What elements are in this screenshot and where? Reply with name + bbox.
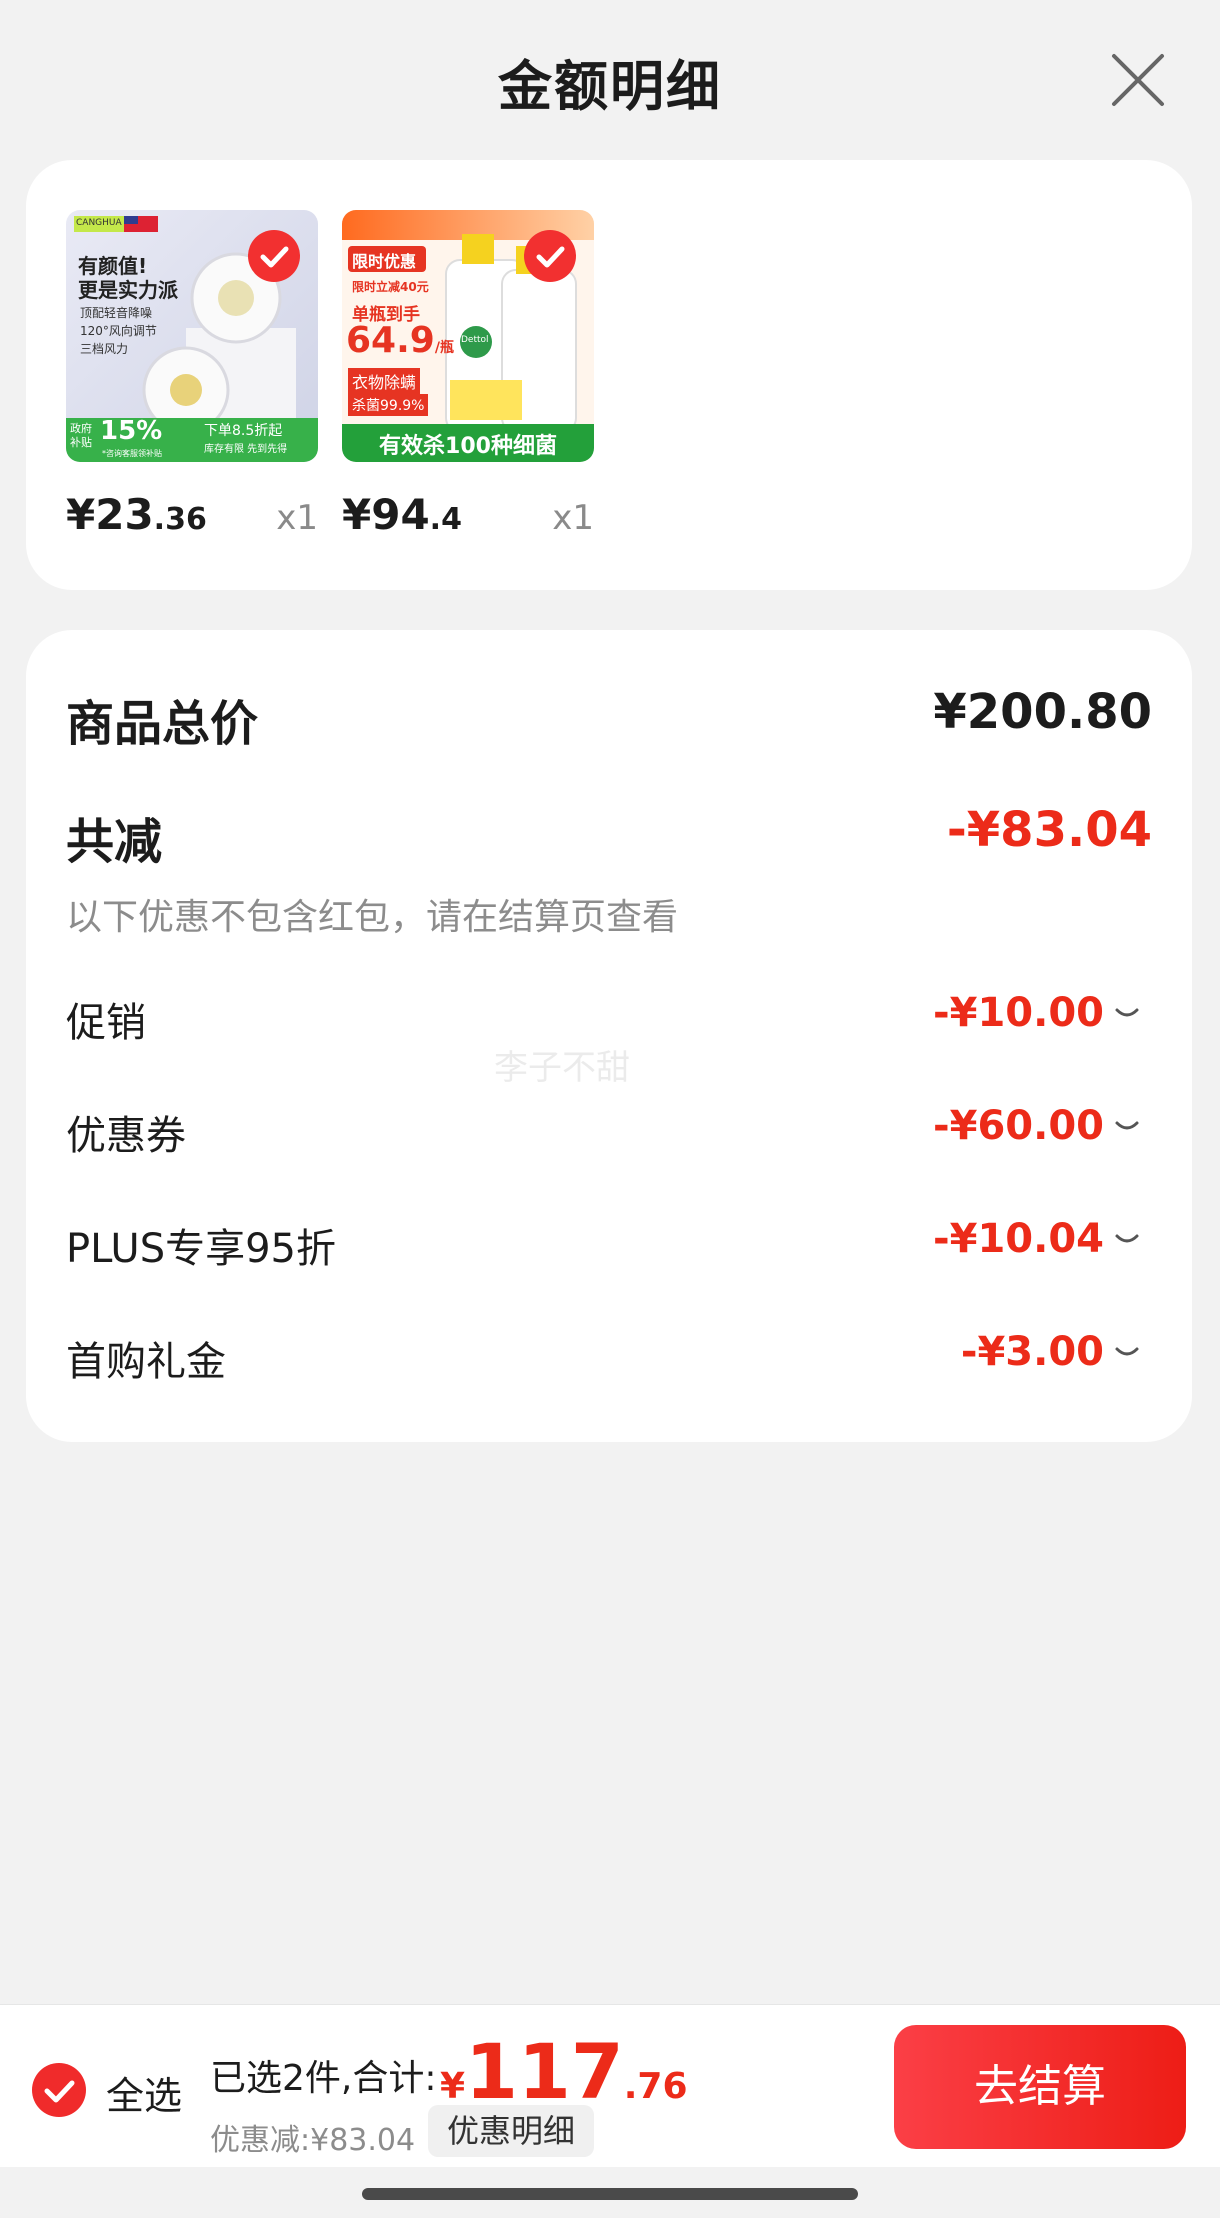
select-all-label[interactable]: 全选: [106, 2065, 182, 2120]
feature-text: 顶配轻音降噪: [80, 306, 153, 320]
promo-text: 衣物除螨: [348, 368, 421, 394]
product-quantity: x1: [552, 498, 594, 538]
price-integer: ¥94: [342, 490, 430, 539]
promo-text: 杀菌99.9%: [348, 394, 429, 416]
products-card: CANGHUA 有颜值! 更是实力派 顶配轻音降噪 120°风向调节 三档风力 …: [26, 160, 1192, 590]
chevron-down-icon[interactable]: [1114, 1117, 1140, 1137]
discount-value: -¥60.00: [933, 1103, 1104, 1149]
discount-label: 促销: [66, 1000, 146, 1046]
price-decimal: .36: [153, 502, 207, 537]
select-all-check-icon[interactable]: [32, 2063, 86, 2117]
chevron-down-icon[interactable]: [1114, 1230, 1140, 1250]
total-amount: ¥117.76: [440, 2027, 688, 2116]
product-brand: CANGHUA: [76, 218, 122, 228]
bottle-brand: Dettol: [461, 335, 489, 345]
product-image-dettol[interactable]: 限时优惠 限时立减40元 单瓶到手 64.9/瓶 衣物除螨 杀菌99.9% De…: [342, 210, 594, 462]
promo-price-value: 64.9: [346, 320, 435, 361]
total-integer: 117: [465, 2027, 624, 2116]
savings-text: 优惠减:¥83.04: [210, 2123, 416, 2158]
discount-value: -¥10.04: [933, 1216, 1104, 1262]
price-detail-card: 商品总价 ¥200.80 共减 -¥83.04 以下优惠不包含红包，请在结算页查…: [26, 630, 1192, 1442]
watermark: 李子不甜: [494, 1048, 630, 1088]
price-row: ¥94.4 x1: [342, 490, 594, 546]
badge-footnote: *咨询客服领补贴: [102, 449, 162, 458]
price-decimal: .4: [429, 502, 462, 537]
feature-text: 120°风向调节: [80, 324, 157, 338]
badge-text: 补贴: [70, 436, 92, 449]
promo-text: 限时立减40元: [352, 280, 429, 294]
discount-label: 首购礼金: [66, 1339, 226, 1385]
check-icon[interactable]: [524, 230, 576, 282]
total-decimal: .76: [623, 2066, 688, 2107]
product-image-fan[interactable]: CANGHUA 有颜值! 更是实力派 顶配轻音降噪 120°风向调节 三档风力 …: [66, 210, 318, 462]
discount-label: PLUS专享95折: [66, 1226, 336, 1272]
discount-value: -¥10.00: [933, 990, 1104, 1036]
total-currency: ¥: [440, 2066, 466, 2107]
total-value: ¥200.80: [933, 684, 1152, 740]
product-item[interactable]: CANGHUA 有颜值! 更是实力派 顶配轻音降噪 120°风向调节 三档风力 …: [66, 210, 318, 539]
badge-text: 库存有限 先到先得: [204, 444, 288, 455]
product-price: ¥23.36: [66, 490, 207, 539]
promo-tag: 限时优惠: [352, 252, 417, 271]
checkout-button[interactable]: 去结算: [894, 2025, 1186, 2149]
promo-banner: 有效杀100种细菌: [379, 434, 557, 459]
chevron-down-icon[interactable]: [1114, 1343, 1140, 1363]
promo-price-unit: /瓶: [434, 340, 454, 356]
product-quantity: x1: [276, 498, 318, 538]
product-headline: 更是实力派: [78, 278, 178, 302]
close-icon[interactable]: [1108, 50, 1168, 110]
feature-text: 三档风力: [80, 342, 129, 356]
discount-note: 以下优惠不包含红包，请在结算页查看: [66, 897, 679, 938]
product-price: ¥94.4: [342, 490, 462, 539]
reduce-value: -¥83.04: [946, 802, 1152, 858]
selected-summary: 已选2件,合计:: [210, 2058, 437, 2099]
promo-price: 64.9/瓶: [346, 320, 454, 361]
page-title: 金额明细: [498, 55, 722, 118]
home-indicator[interactable]: [362, 2188, 858, 2200]
badge-pct: 15%: [100, 416, 163, 446]
discount-label: 优惠券: [66, 1113, 186, 1159]
reduce-label: 共减: [66, 814, 163, 870]
badge-text: 下单8.5折起: [204, 423, 283, 439]
discount-detail-button[interactable]: 优惠明细: [428, 2105, 594, 2157]
discount-value: -¥3.00: [960, 1329, 1104, 1375]
check-icon[interactable]: [248, 230, 300, 282]
price-integer: ¥23: [66, 490, 154, 539]
total-label: 商品总价: [66, 696, 259, 752]
bottom-bar: 全选 已选2件,合计: ¥117.76 优惠减:¥83.04 优惠明细 去结算: [0, 2004, 1220, 2167]
chevron-down-icon[interactable]: [1114, 1004, 1140, 1024]
price-row: ¥23.36 x1: [66, 490, 318, 546]
product-item[interactable]: 限时优惠 限时立减40元 单瓶到手 64.9/瓶 衣物除螨 杀菌99.9% De…: [342, 210, 594, 539]
